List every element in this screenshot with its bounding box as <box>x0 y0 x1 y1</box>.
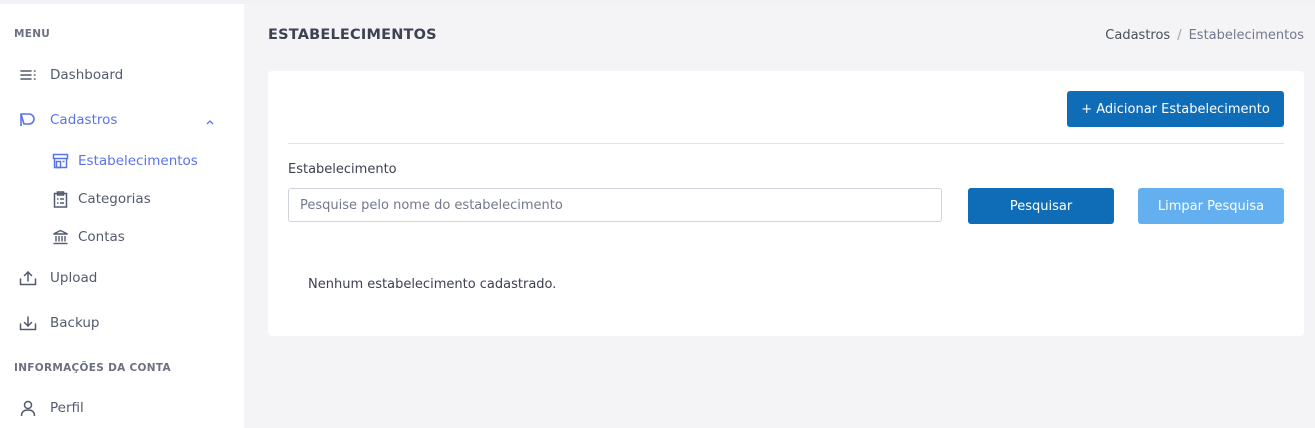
bank-icon <box>51 228 69 246</box>
breadcrumb-current: Estabelecimentos <box>1188 28 1304 43</box>
account-section-title: INFORMAÇÕES DA CONTA <box>14 362 171 374</box>
download-icon <box>18 313 38 333</box>
sidebar-item-label: Upload <box>50 270 98 286</box>
sidebar-item-backup[interactable]: Backup <box>0 306 244 340</box>
divider <box>288 143 1284 144</box>
breadcrumb-separator: / <box>1177 28 1182 43</box>
tag-icon <box>18 110 38 130</box>
search-button[interactable]: Pesquisar <box>968 188 1114 224</box>
upload-icon <box>18 268 38 288</box>
main-card: + Adicionar Estabelecimento Estabelecime… <box>268 71 1304 336</box>
sidebar-item-label: Backup <box>50 315 100 331</box>
chevron-up-icon[interactable] <box>205 114 215 130</box>
sidebar-subitem-contas[interactable]: Contas <box>0 222 244 252</box>
sidebar-item-perfil[interactable]: Perfil <box>0 391 244 425</box>
sidebar-item-upload[interactable]: Upload <box>0 261 244 295</box>
breadcrumb-parent-link[interactable]: Cadastros <box>1105 28 1170 43</box>
sidebar-subitem-label: Categorias <box>78 191 151 207</box>
sidebar-item-cadastros[interactable]: Cadastros <box>0 103 244 137</box>
sidebar-item-label: Dashboard <box>50 67 124 83</box>
store-icon <box>51 152 69 170</box>
sidebar-item-dashboard[interactable]: Dashboard <box>0 58 244 92</box>
page-title: ESTABELECIMENTOS <box>268 27 437 43</box>
sidebar: MENU Dashboard Cadastros Estabelecimento… <box>0 4 244 428</box>
user-icon <box>18 398 38 418</box>
add-establishment-button[interactable]: + Adicionar Estabelecimento <box>1067 91 1284 127</box>
search-input[interactable] <box>288 188 942 222</box>
sidebar-subitem-categorias[interactable]: Categorias <box>0 184 244 214</box>
sidebar-item-label: Cadastros <box>50 112 118 128</box>
sidebar-subitem-label: Contas <box>78 229 125 245</box>
clipboard-icon <box>51 190 69 208</box>
menu-section-title: MENU <box>14 28 51 40</box>
clear-search-button[interactable]: Limpar Pesquisa <box>1138 188 1284 224</box>
empty-state-message: Nenhum estabelecimento cadastrado. <box>308 277 557 292</box>
sidebar-item-label: Perfil <box>50 400 84 416</box>
establishment-field-label: Estabelecimento <box>288 162 397 177</box>
sidebar-subitem-label: Estabelecimentos <box>78 153 198 169</box>
breadcrumb: Cadastros / Estabelecimentos <box>1105 28 1304 43</box>
menu-lines-icon <box>18 65 38 85</box>
sidebar-subitem-estabelecimentos[interactable]: Estabelecimentos <box>0 146 244 176</box>
